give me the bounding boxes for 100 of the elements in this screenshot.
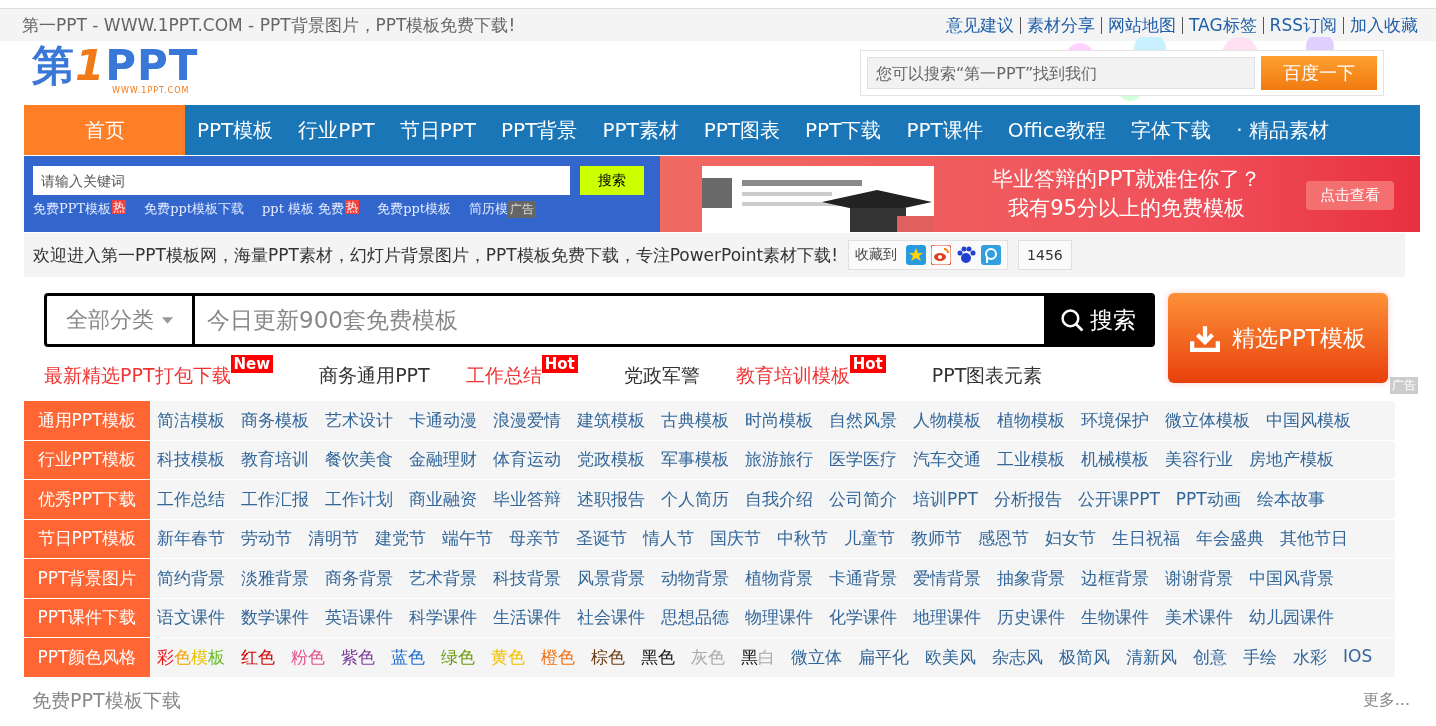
hot-link[interactable]: PPT图表元素 (931, 363, 1043, 389)
category-link[interactable]: 绿色 (441, 645, 475, 669)
category-link[interactable]: 时尚模板 (745, 408, 813, 432)
category-link[interactable]: 生活课件 (493, 606, 561, 630)
top-link[interactable]: RSS订阅 (1269, 13, 1337, 37)
category-link[interactable]: 扁平化 (858, 645, 909, 669)
category-link[interactable]: 体育运动 (493, 448, 561, 472)
category-heading[interactable]: PPT课件下载 (24, 598, 150, 637)
category-link[interactable]: 抽象背景 (997, 566, 1065, 590)
category-link[interactable]: 古典模板 (661, 408, 729, 432)
category-link[interactable]: 金融理财 (409, 448, 477, 472)
category-heading[interactable]: PPT颜色风格 (24, 638, 150, 677)
category-link[interactable]: 生物课件 (1081, 606, 1149, 630)
category-heading[interactable]: 通用PPT模板 (24, 401, 150, 440)
category-link[interactable]: IOS (1343, 645, 1373, 669)
category-link[interactable]: 医学医疗 (829, 448, 897, 472)
category-link[interactable]: 动物背景 (661, 566, 729, 590)
category-link[interactable]: 建党节 (375, 527, 426, 551)
hot-link[interactable]: 工作总结 (465, 363, 542, 389)
category-link[interactable]: 国庆节 (710, 527, 761, 551)
category-link[interactable]: 汽车交通 (913, 448, 981, 472)
category-link[interactable]: 简洁模板 (157, 408, 225, 432)
category-link[interactable]: 历史课件 (997, 606, 1065, 630)
keyword-field[interactable]: 请输入关键词 (33, 166, 570, 195)
category-link[interactable]: 简约背景 (157, 566, 225, 590)
category-link[interactable]: 公开课PPT (1077, 487, 1160, 511)
top-link[interactable]: 素材分享 (1027, 13, 1095, 37)
nav-item[interactable]: 节日PPT (387, 105, 489, 155)
category-link[interactable]: 幼儿园课件 (1249, 606, 1334, 630)
category-link[interactable]: 中国风模板 (1266, 408, 1351, 432)
category-link[interactable]: 教育培训 (241, 448, 309, 472)
category-link[interactable]: 蓝色 (391, 645, 425, 669)
category-link[interactable]: 创意 (1193, 645, 1227, 669)
nav-item[interactable]: Office教程 (995, 105, 1119, 155)
category-link[interactable]: 微立体 (791, 645, 842, 669)
category-link[interactable]: 商业融资 (409, 487, 477, 511)
nav-item[interactable]: · 精品素材 (1224, 105, 1341, 155)
category-link[interactable]: 粉色 (291, 645, 325, 669)
category-link[interactable]: 植物背景 (745, 566, 813, 590)
nav-item[interactable]: PPT素材 (590, 105, 691, 155)
category-link[interactable]: 感恩节 (978, 527, 1029, 551)
category-link[interactable]: 绘本故事 (1256, 487, 1325, 511)
category-link[interactable]: 边框背景 (1081, 566, 1149, 590)
category-link[interactable]: 科学课件 (409, 606, 477, 630)
top-link[interactable]: 网站地图 (1108, 13, 1176, 37)
category-link[interactable]: 欧美风 (925, 645, 976, 669)
category-link[interactable]: 毕业答辩 (493, 487, 561, 511)
category-link[interactable]: 美容行业 (1165, 448, 1233, 472)
category-link[interactable]: 谢谢背景 (1165, 566, 1233, 590)
category-link[interactable]: 个人简历 (661, 487, 729, 511)
category-link[interactable]: 妇女节 (1045, 527, 1096, 551)
category-link[interactable]: 军事模板 (661, 448, 729, 472)
category-link[interactable]: 风景背景 (577, 566, 645, 590)
category-link[interactable]: 商务背景 (325, 566, 393, 590)
search-field[interactable]: 您可以搜索“第一PPT”找到我们 (867, 57, 1255, 89)
category-link[interactable]: 英语课件 (325, 606, 393, 630)
category-link[interactable]: 彩色模板 (157, 645, 225, 669)
category-link[interactable]: 思想品德 (661, 606, 729, 630)
category-link[interactable]: 工业模板 (997, 448, 1065, 472)
category-link[interactable]: 紫色 (341, 645, 375, 669)
category-link[interactable]: 餐饮美食 (325, 448, 393, 472)
category-link[interactable]: 情人节 (643, 527, 694, 551)
category-link[interactable]: 手绘 (1243, 645, 1277, 669)
keyword-link[interactable]: 免费ppt模板下载 (144, 200, 245, 218)
hot-link[interactable]: 教育培训模板 (735, 363, 850, 389)
category-link[interactable]: 植物模板 (997, 408, 1065, 432)
nav-item[interactable]: PPT图表 (691, 105, 793, 155)
category-heading[interactable]: PPT背景图片 (24, 559, 150, 598)
category-heading[interactable]: 节日PPT模板 (24, 519, 150, 558)
category-link[interactable]: 述职报告 (577, 487, 645, 511)
category-link[interactable]: 化学课件 (829, 606, 897, 630)
category-link[interactable]: 社会课件 (577, 606, 645, 630)
nav-item[interactable]: 字体下载 (1119, 105, 1224, 155)
category-link[interactable]: 自然风景 (829, 408, 897, 432)
search-button[interactable]: 搜索 (1044, 296, 1152, 344)
category-link[interactable]: 科技模板 (157, 448, 225, 472)
category-link[interactable]: 机械模板 (1081, 448, 1149, 472)
keyword-link[interactable]: 简历模 (469, 200, 509, 218)
category-link[interactable]: 棕色 (591, 645, 625, 669)
category-link[interactable]: 中国风背景 (1249, 566, 1334, 590)
hot-link[interactable]: 最新精选PPT打包下载 (44, 363, 231, 389)
keyword-link[interactable]: ppt 模板 免费 (262, 200, 345, 218)
category-link[interactable]: 教师节 (911, 527, 962, 551)
category-link[interactable]: 杂志风 (992, 645, 1043, 669)
category-link[interactable]: 端午节 (442, 527, 493, 551)
category-link[interactable]: 工作计划 (325, 487, 393, 511)
category-link[interactable]: 红色 (241, 645, 275, 669)
category-link[interactable]: PPT动画 (1175, 487, 1241, 511)
category-link[interactable]: 数学课件 (241, 606, 309, 630)
hot-link[interactable]: 商务通用PPT (319, 363, 430, 389)
category-link[interactable]: 语文课件 (157, 606, 225, 630)
search-field[interactable]: 全部分类 今日更新900套免费模板 搜索 (44, 293, 1155, 347)
top-link[interactable]: 意见建议 (946, 13, 1014, 37)
category-link[interactable]: 卡通背景 (829, 566, 897, 590)
category-link[interactable]: 工作汇报 (241, 487, 309, 511)
category-link[interactable]: 爱情背景 (913, 566, 981, 590)
category-link[interactable]: 旅游旅行 (745, 448, 813, 472)
keyword-link[interactable]: 免费ppt模板 (377, 200, 452, 218)
category-link[interactable]: 其他节日 (1280, 527, 1348, 551)
site-logo[interactable]: 第1 PPT WWW.1PPT.COM (32, 45, 199, 95)
